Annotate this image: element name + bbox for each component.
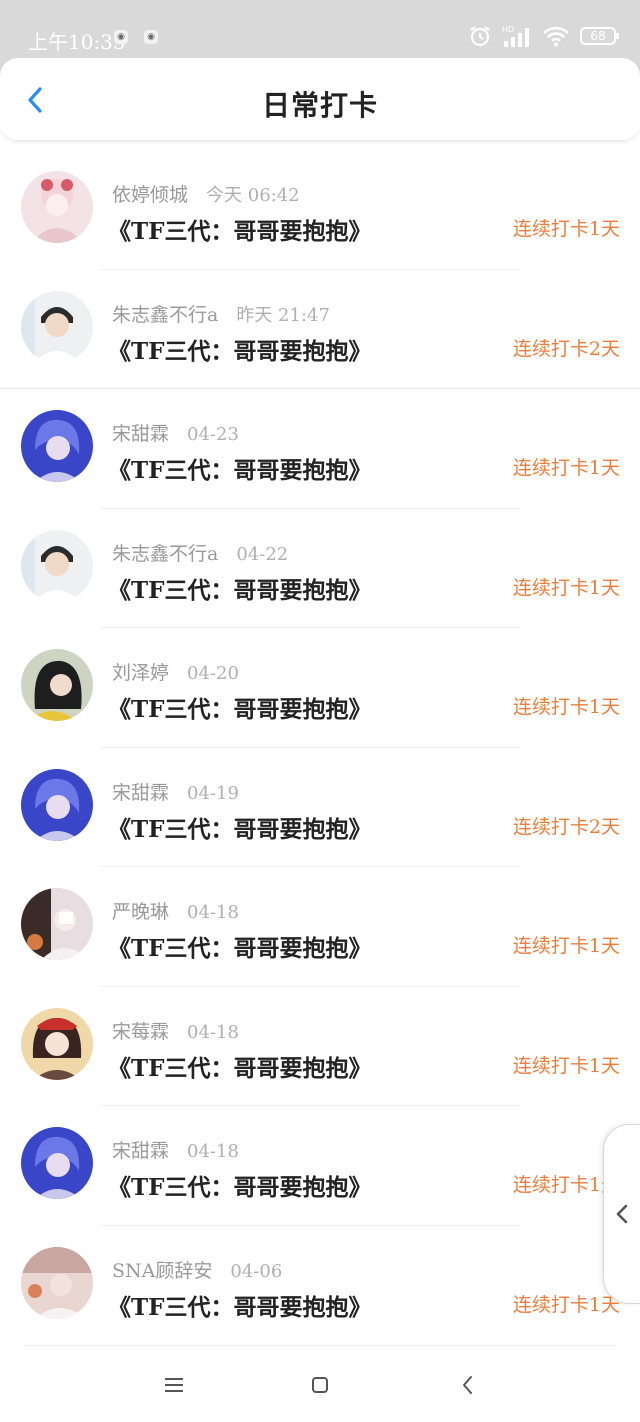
record-meta: SNA顾辞安 04-06 (112, 1256, 282, 1283)
record-time: 04-06 (230, 1260, 283, 1282)
list-item[interactable]: SNA顾辞安 04-06 《TF三代：哥哥要抱抱》 连续打卡1天 (0, 1226, 640, 1346)
page-title: 日常打卡 (261, 89, 378, 122)
user-name: SNA顾辞安 (112, 1259, 213, 1282)
streak-label: 连续打卡1天 (512, 457, 620, 479)
list-item[interactable]: 宋莓霖 04-18 《TF三代：哥哥要抱抱》 连续打卡1天 (0, 987, 640, 1106)
list-item[interactable]: 依婷倾城 今天 06:42 《TF三代：哥哥要抱抱》 连续打卡1天 (0, 150, 640, 270)
streak-label: 连续打卡1天 (512, 1054, 620, 1077)
streak-label: 连续打卡1天 (512, 576, 620, 599)
notification-icon: ◉ (144, 30, 158, 44)
avatar (21, 1246, 93, 1319)
avatar (21, 1127, 93, 1199)
status-time: 上午10:35 (28, 30, 126, 54)
user-name: 宋甜霖 (112, 423, 170, 445)
user-name: 宋莓霖 (112, 1020, 170, 1043)
record-meta: 宋甜霖 04-23 (112, 419, 239, 446)
record-time: 04-19 (187, 782, 239, 804)
record-meta: 依婷倾城 今天 06:42 (112, 180, 300, 207)
streak-label: 连续打卡1天 (512, 218, 620, 240)
streak-label: 连续打卡1天 (512, 935, 620, 957)
avatar (21, 888, 93, 960)
streak-label: 连续打卡1天 (512, 1293, 620, 1316)
record-time: 今天 06:42 (206, 185, 300, 206)
streak-label: 连续打卡2天 (512, 337, 620, 360)
side-panel-handle[interactable] (603, 1124, 640, 1304)
list-item[interactable]: 刘泽婷 04-20 《TF三代：哥哥要抱抱》 连续打卡1天 (0, 628, 640, 748)
book-title: 《TF三代：哥哥要抱抱》 (108, 1174, 372, 1201)
checkin-list: 依婷倾城 今天 06:42 《TF三代：哥哥要抱抱》 连续打卡1天 朱志鑫不行a 昨… (0, 150, 640, 1345)
book-title: 《TF三代：哥哥要抱抱》 (108, 1293, 372, 1321)
home-icon (312, 1377, 328, 1393)
chevron-left-icon (616, 1204, 628, 1224)
book-title: 《TF三代：哥哥要抱抱》 (108, 1054, 372, 1082)
avatar (21, 768, 93, 841)
streak-label: 连续打卡2天 (512, 815, 620, 838)
list-item[interactable]: 严晚琳 04-18 《TF三代：哥哥要抱抱》 连续打卡1天 (0, 867, 640, 987)
user-name: 刘泽婷 (112, 662, 170, 684)
record-meta: 宋甜霖 04-18 (112, 1136, 239, 1163)
record-time: 04-18 (187, 902, 239, 923)
book-title: 《TF三代：哥哥要抱抱》 (108, 935, 372, 962)
list-item[interactable]: 宋甜霖 04-19 《TF三代：哥哥要抱抱》 连续打卡2天 (0, 748, 640, 867)
system-nav-bar (0, 1352, 640, 1422)
record-meta: 朱志鑫不行a 04-22 (112, 539, 288, 566)
list-item[interactable]: 宋甜霖 04-18 《TF三代：哥哥要抱抱》 连续打卡1天 (0, 1106, 640, 1226)
book-title: 《TF三代：哥哥要抱抱》 (108, 815, 372, 843)
record-time: 04-18 (187, 1141, 239, 1162)
book-title: 《TF三代：哥哥要抱抱》 (108, 337, 372, 365)
user-name: 宋甜霖 (112, 1140, 170, 1162)
book-title: 《TF三代：哥哥要抱抱》 (108, 696, 372, 723)
user-name: 朱志鑫不行a (112, 542, 219, 565)
record-meta: 严晚琳 04-18 (112, 897, 239, 924)
back-icon (463, 1376, 472, 1394)
record-meta: 宋莓霖 04-18 (112, 1017, 239, 1044)
record-time: 04-20 (187, 663, 239, 684)
user-name: 朱志鑫不行a (112, 303, 219, 326)
menu-button[interactable] (159, 1370, 189, 1400)
book-title: 《TF三代：哥哥要抱抱》 (108, 576, 372, 604)
list-item[interactable]: 朱志鑫不行a 昨天 21:47 《TF三代：哥哥要抱抱》 连续打卡2天 (0, 270, 640, 389)
record-time: 昨天 21:47 (236, 304, 330, 326)
divider (24, 1345, 616, 1346)
menu-icon (165, 1378, 183, 1392)
record-meta: 宋甜霖 04-19 (112, 778, 239, 805)
avatar (21, 1007, 93, 1080)
book-title: 《TF三代：哥哥要抱抱》 (108, 457, 372, 484)
hd-signal-icon: HD (502, 24, 532, 48)
notification-icon: ◉ (114, 30, 128, 44)
avatar (21, 171, 93, 243)
record-time: 04-18 (187, 1021, 239, 1043)
back-nav-button[interactable] (453, 1370, 483, 1400)
battery-icon: 68 (580, 27, 619, 45)
record-meta: 朱志鑫不行a 昨天 21:47 (112, 300, 330, 327)
user-name: 严晚琳 (112, 901, 170, 923)
list-item[interactable]: 宋甜霖 04-23 《TF三代：哥哥要抱抱》 连续打卡1天 (0, 389, 640, 509)
user-name: 宋甜霖 (112, 781, 170, 804)
record-time: 04-23 (187, 424, 239, 445)
wifi-icon (542, 25, 570, 47)
header: 日常打卡 (0, 58, 640, 141)
home-button[interactable] (305, 1370, 335, 1400)
status-icons: HD 68 (468, 24, 619, 48)
avatar (21, 529, 93, 602)
svg-text:HD: HD (502, 25, 514, 34)
alarm-icon (468, 24, 492, 48)
book-title: 《TF三代：哥哥要抱抱》 (108, 218, 372, 245)
record-time: 04-22 (236, 543, 289, 565)
avatar (21, 410, 93, 482)
list-item[interactable]: 朱志鑫不行a 04-22 《TF三代：哥哥要抱抱》 连续打卡1天 (0, 509, 640, 628)
avatar (21, 290, 93, 363)
avatar (21, 649, 93, 721)
streak-label: 连续打卡1天 (512, 696, 620, 718)
record-meta: 刘泽婷 04-20 (112, 658, 239, 685)
user-name: 依婷倾城 (112, 184, 189, 206)
